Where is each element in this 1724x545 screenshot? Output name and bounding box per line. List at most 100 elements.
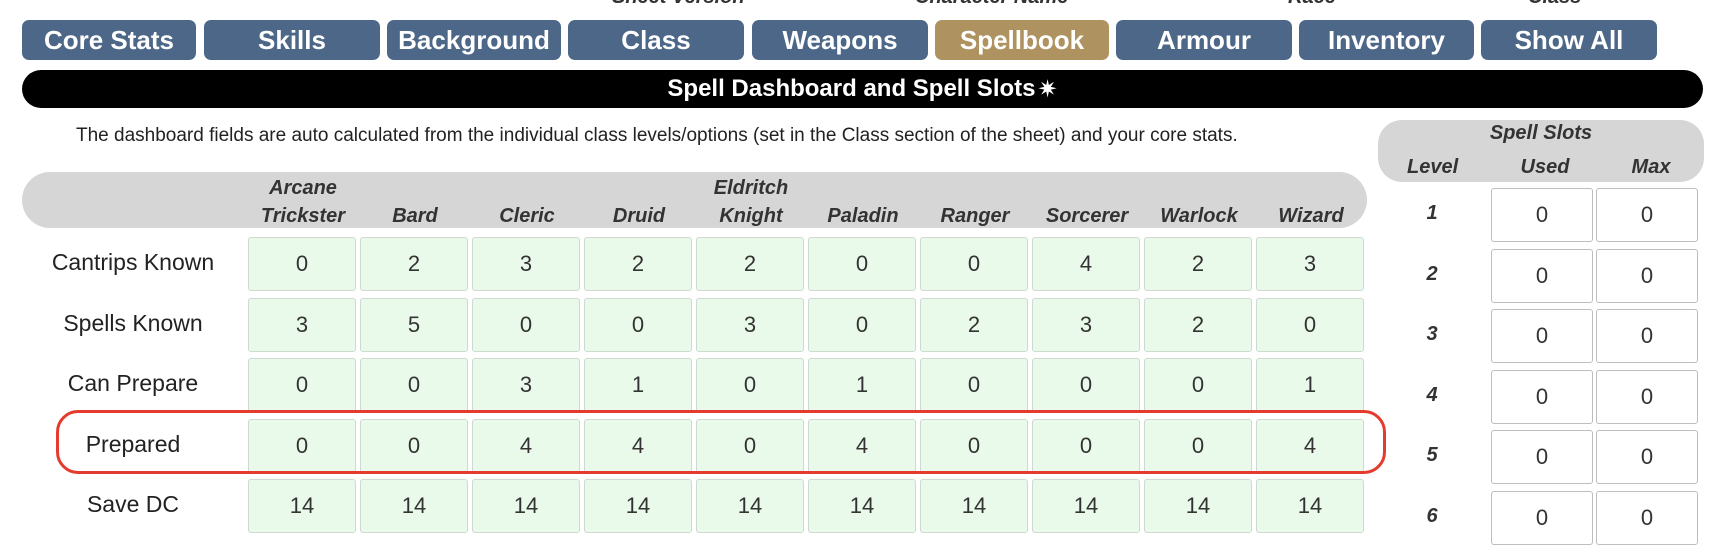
dashboard-value-cell[interactable]: 0 [360, 358, 468, 412]
dashboard-value-cell[interactable]: 3 [1256, 237, 1364, 291]
dashboard-value-cell[interactable]: 3 [472, 237, 580, 291]
dashboard-value-cell[interactable]: 14 [696, 479, 804, 533]
dashboard-value-cell[interactable]: 3 [248, 298, 356, 352]
dashboard-value-cell[interactable]: 2 [360, 237, 468, 291]
dashboard-value-cell[interactable]: 4 [472, 419, 580, 473]
dashboard-value-cell[interactable]: 0 [472, 298, 580, 352]
banner-title: Spell Dashboard and Spell Slots [667, 75, 1036, 102]
slot-max-field[interactable]: 0 [1596, 249, 1698, 303]
dashboard-value-cell[interactable]: 4 [1032, 237, 1140, 291]
tab-class[interactable]: Class [568, 20, 744, 60]
tab-spellbook[interactable]: Spellbook [935, 20, 1109, 60]
slot-max-field[interactable]: 0 [1596, 370, 1698, 424]
race-label: Race [1288, 0, 1336, 9]
dashboard-value-cell[interactable]: 0 [696, 419, 804, 473]
slot-max-field[interactable]: 0 [1596, 430, 1698, 484]
dashboard-value-cell[interactable]: 0 [1032, 358, 1140, 412]
tab-inventory[interactable]: Inventory [1299, 20, 1474, 60]
dashboard-value-cell[interactable]: 0 [248, 237, 356, 291]
slot-level-label: 6 [1426, 505, 1438, 527]
tab-core-stats[interactable]: Core Stats [22, 20, 196, 60]
dashboard-value-cell[interactable]: 14 [920, 479, 1028, 533]
slot-used-field[interactable]: 0 [1491, 249, 1593, 303]
dashboard-value-cell[interactable]: 5 [360, 298, 468, 352]
class-column-header: Wizard [1256, 174, 1366, 230]
dashboard-value-cell[interactable]: 14 [360, 479, 468, 533]
dashboard-value-cell[interactable]: 2 [920, 298, 1028, 352]
dashboard-value-cell[interactable]: 14 [1256, 479, 1364, 533]
dashboard-value-cell[interactable]: 0 [920, 419, 1028, 473]
dashboard-value-cell[interactable]: 1 [808, 358, 916, 412]
slot-level-label: 1 [1426, 202, 1438, 224]
dashboard-value-cell[interactable]: 0 [1256, 298, 1364, 352]
tab-skills[interactable]: Skills [204, 20, 380, 60]
slot-max-field[interactable]: 0 [1596, 188, 1698, 242]
row-label: Prepared [85, 431, 181, 457]
dashboard-value-cell[interactable]: 14 [808, 479, 916, 533]
slot-level-label: 4 [1426, 384, 1438, 406]
tab-background[interactable]: Background [387, 20, 561, 60]
slot-used-field[interactable]: 0 [1491, 309, 1593, 363]
slot-used-field[interactable]: 0 [1491, 491, 1593, 545]
dashboard-value-cell[interactable]: 14 [584, 479, 692, 533]
slot-level-label: 3 [1426, 323, 1438, 345]
dashboard-value-cell[interactable]: 0 [360, 419, 468, 473]
slot-used-field[interactable]: 0 [1491, 370, 1593, 424]
spell-slots-title: Spell Slots [1489, 122, 1593, 144]
dashboard-value-cell[interactable]: 0 [1144, 358, 1252, 412]
dashboard-value-cell[interactable]: 3 [472, 358, 580, 412]
dashboard-value-cell[interactable]: 14 [248, 479, 356, 533]
dashboard-value-cell[interactable]: 4 [584, 419, 692, 473]
slot-level-label: 2 [1426, 263, 1438, 285]
dashboard-value-cell[interactable]: 14 [472, 479, 580, 533]
class-header-line1 [360, 174, 470, 202]
dashboard-value-cell[interactable]: 0 [1032, 419, 1140, 473]
dashboard-value-cell[interactable]: 4 [1256, 419, 1364, 473]
max-header: Max [1631, 156, 1671, 178]
dashboard-value-cell[interactable]: 2 [696, 237, 804, 291]
character-name-label: Character Name [915, 0, 1068, 9]
class-column-header: Sorcerer [1032, 174, 1142, 230]
row-label: Can Prepare [67, 370, 199, 396]
dashboard-value-cell[interactable]: 14 [1144, 479, 1252, 533]
class-column-header: Arcane Trickster [248, 174, 358, 230]
class-header-line1: Eldritch [713, 177, 789, 199]
slot-level-label: 5 [1426, 444, 1438, 466]
dashboard-value-cell[interactable]: 0 [1144, 419, 1252, 473]
class-header-line1 [1032, 174, 1142, 202]
class-header-line1: Arcane [269, 177, 337, 199]
class-header-line1 [808, 174, 918, 202]
spell-dashboard-banner: Spell Dashboard and Spell Slots ✷ [22, 70, 1703, 108]
dashboard-value-cell[interactable]: 0 [920, 237, 1028, 291]
slot-used-field[interactable]: 0 [1491, 188, 1593, 242]
dashboard-value-cell[interactable]: 2 [584, 237, 692, 291]
dashboard-value-cell[interactable]: 2 [1144, 298, 1252, 352]
tab-armour[interactable]: Armour [1116, 20, 1292, 60]
slot-max-field[interactable]: 0 [1596, 491, 1698, 545]
dashboard-value-cell[interactable]: 0 [808, 298, 916, 352]
dashboard-value-cell[interactable]: 1 [1256, 358, 1364, 412]
tab-show-all[interactable]: Show All [1481, 20, 1657, 60]
dashboard-value-cell[interactable]: 0 [248, 358, 356, 412]
dashboard-value-cell[interactable]: 1 [584, 358, 692, 412]
class-column-header: Cleric [472, 174, 582, 230]
info-text: The dashboard fields are auto calculated… [76, 125, 1238, 146]
dashboard-value-cell[interactable]: 0 [696, 358, 804, 412]
dashboard-value-cell[interactable]: 3 [1032, 298, 1140, 352]
sheet-version-label: Sheet Version [612, 0, 745, 9]
slot-max-field[interactable]: 0 [1596, 309, 1698, 363]
dashboard-value-cell[interactable]: 2 [1144, 237, 1252, 291]
dashboard-value-cell[interactable]: 0 [920, 358, 1028, 412]
class-header-line2: Sorcerer [1045, 205, 1129, 227]
row-label: Spells Known [63, 310, 203, 336]
dashboard-value-cell[interactable]: 0 [584, 298, 692, 352]
tab-weapons[interactable]: Weapons [752, 20, 928, 60]
dashboard-value-cell[interactable]: 14 [1032, 479, 1140, 533]
slot-used-field[interactable]: 0 [1491, 430, 1593, 484]
sparkle-burst-icon: ✷ [1037, 75, 1058, 103]
class-column-header: Paladin [808, 174, 918, 230]
dashboard-value-cell[interactable]: 0 [808, 237, 916, 291]
dashboard-value-cell[interactable]: 0 [248, 419, 356, 473]
dashboard-value-cell[interactable]: 3 [696, 298, 804, 352]
dashboard-value-cell[interactable]: 4 [808, 419, 916, 473]
